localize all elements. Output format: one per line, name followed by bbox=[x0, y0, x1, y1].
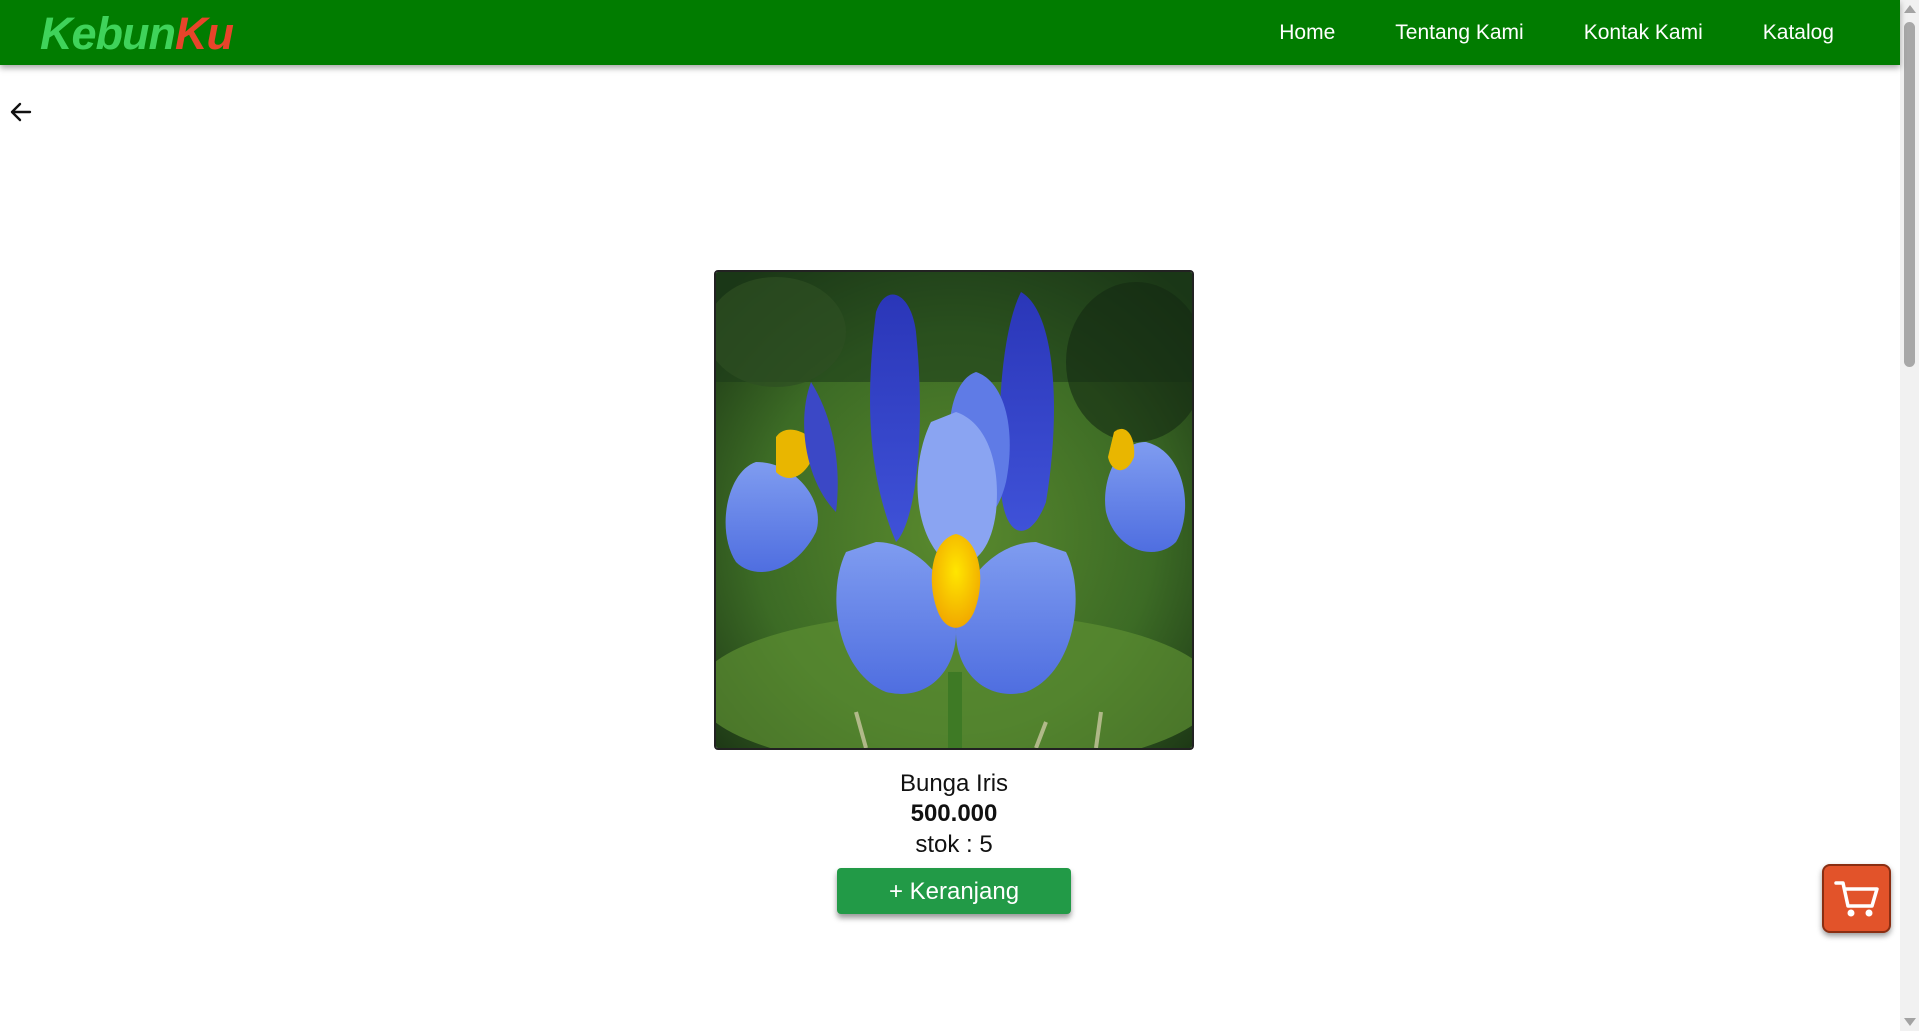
product-image bbox=[714, 270, 1194, 750]
page-scrollbar[interactable] bbox=[1900, 0, 1919, 1031]
top-navbar: KebunKu Home Tentang Kami Kontak Kami Ka… bbox=[0, 0, 1900, 65]
scroll-thumb[interactable] bbox=[1904, 22, 1915, 367]
nav-link-kontak-kami[interactable]: Kontak Kami bbox=[1584, 21, 1703, 45]
nav-link-tentang-kami[interactable]: Tentang Kami bbox=[1395, 21, 1523, 45]
iris-flower-photo bbox=[716, 272, 1192, 748]
add-to-cart-button[interactable]: + Keranjang bbox=[837, 868, 1071, 914]
product-price: 500.000 bbox=[910, 800, 998, 827]
shopping-cart-icon bbox=[1833, 880, 1879, 916]
cart-button[interactable] bbox=[1822, 864, 1891, 933]
product-stock: stok : 5 bbox=[915, 831, 993, 858]
logo-text-ku: Ku bbox=[175, 8, 234, 59]
arrow-left-icon bbox=[10, 102, 32, 122]
brand-logo[interactable]: KebunKu bbox=[40, 8, 234, 60]
product-name: Bunga Iris bbox=[899, 770, 1009, 797]
product-detail-card: Bunga Iris 500.000 stok : 5 + Keranjang bbox=[714, 270, 1194, 914]
nav-link-katalog[interactable]: Katalog bbox=[1763, 21, 1834, 45]
back-button[interactable] bbox=[8, 99, 34, 125]
page: KebunKu Home Tentang Kami Kontak Kami Ka… bbox=[0, 0, 1919, 1031]
nav-links: Home Tentang Kami Kontak Kami Katalog bbox=[1219, 0, 1834, 65]
nav-link-home[interactable]: Home bbox=[1279, 21, 1335, 45]
scroll-up-arrow-icon[interactable] bbox=[1904, 5, 1916, 13]
logo-text-kebun: Kebun bbox=[40, 8, 176, 59]
scroll-down-arrow-icon[interactable] bbox=[1904, 1018, 1916, 1026]
